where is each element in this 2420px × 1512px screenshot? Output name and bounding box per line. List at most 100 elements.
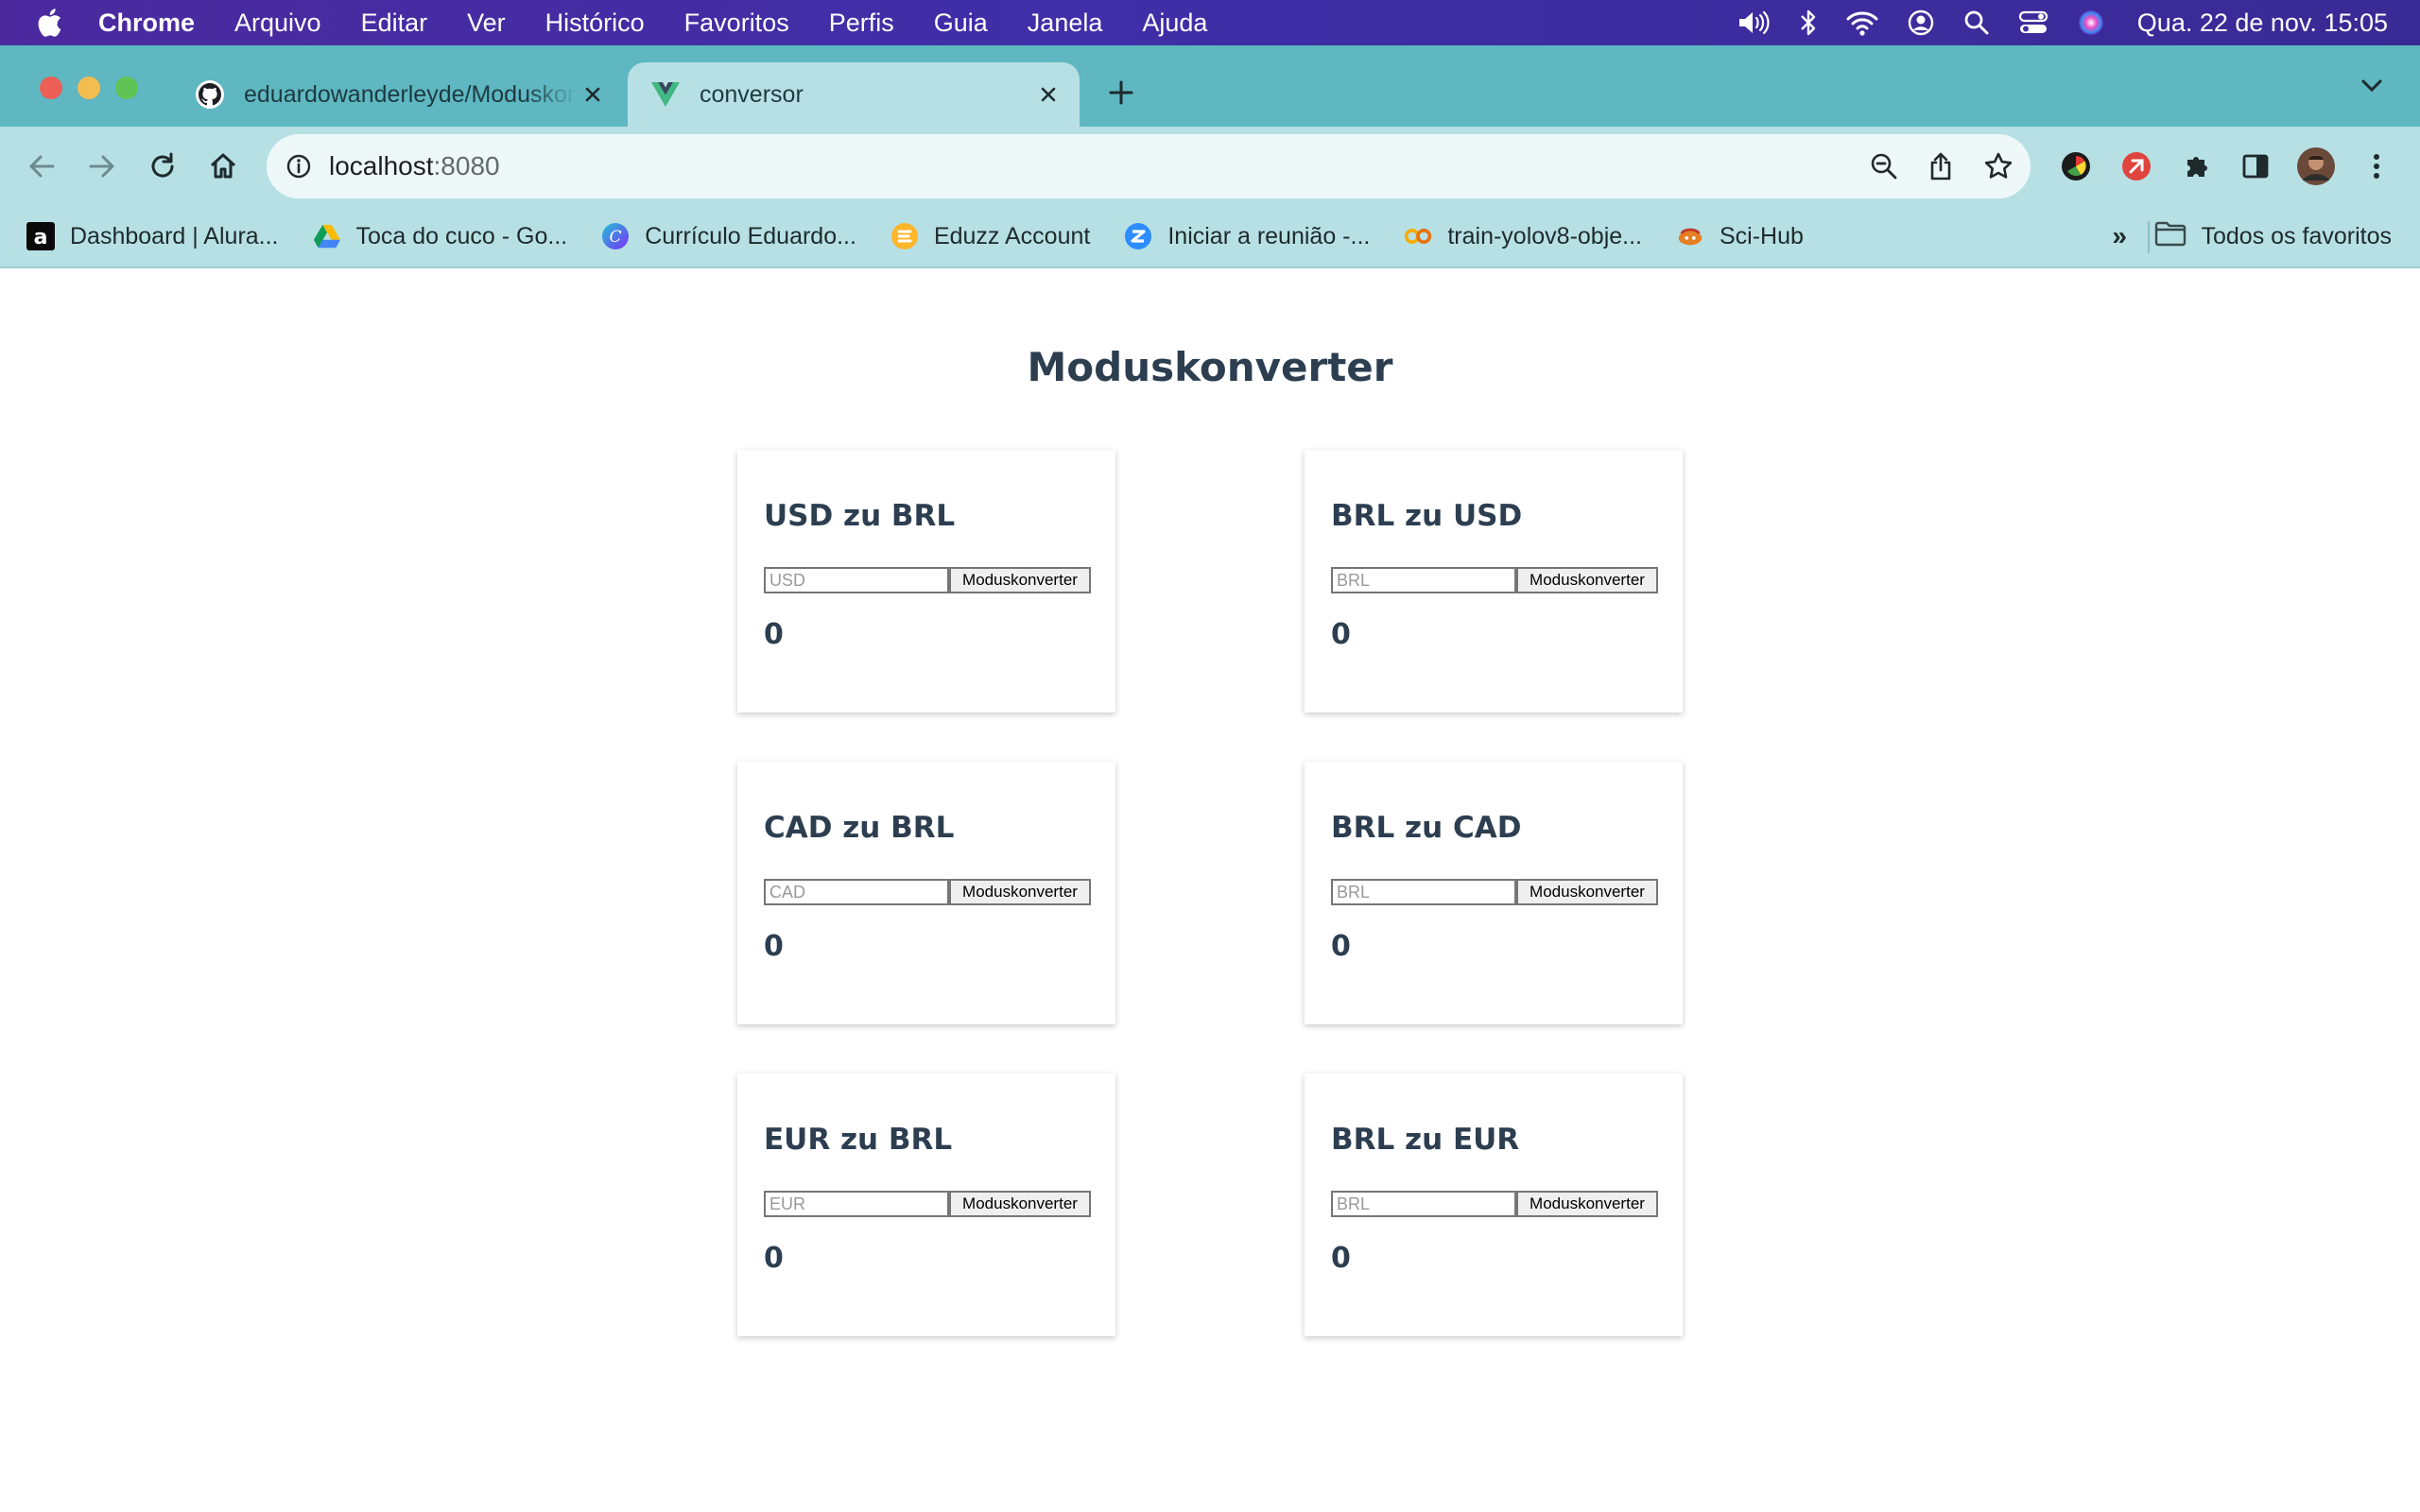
vue-icon xyxy=(650,81,681,108)
menu-editar[interactable]: Editar xyxy=(361,9,428,38)
card-title: BRL zu USD xyxy=(1331,499,1523,533)
bookmark-label: Iniciar a reunião -... xyxy=(1167,222,1371,249)
more-bookmarks-button[interactable]: » xyxy=(2112,221,2127,251)
conversion-result: 0 xyxy=(1331,1242,1351,1275)
bluetooth-icon[interactable] xyxy=(1799,9,1818,37)
bookmark-label: Eduzz Account xyxy=(933,222,1091,249)
tab-conversor[interactable]: conversor xyxy=(628,62,1080,127)
convert-button[interactable]: Moduskonverter xyxy=(1516,1191,1658,1217)
amount-input[interactable]: BRL xyxy=(1331,1191,1516,1217)
bookmark-star-icon[interactable] xyxy=(1983,151,2014,181)
window-zoom-button[interactable] xyxy=(115,77,138,99)
siri-icon[interactable] xyxy=(2077,9,2105,37)
menu-janela[interactable]: Janela xyxy=(1028,9,1103,38)
url-port: :8080 xyxy=(433,151,500,180)
extension-color-icon[interactable] xyxy=(2055,146,2097,187)
convert-button[interactable]: Moduskonverter xyxy=(949,1191,1091,1217)
share-icon[interactable] xyxy=(1927,151,1955,181)
conversion-result: 0 xyxy=(1331,618,1351,651)
bookmark-label: Sci-Hub xyxy=(1720,222,1804,249)
extensions-puzzle-icon[interactable] xyxy=(2176,146,2218,187)
convert-button[interactable]: Moduskonverter xyxy=(1516,879,1658,905)
tab-search-chevron-icon[interactable] xyxy=(2361,79,2382,97)
new-tab-button[interactable] xyxy=(1102,74,1140,112)
home-button[interactable] xyxy=(204,147,242,185)
forward-button[interactable] xyxy=(83,147,121,185)
volume-icon[interactable] xyxy=(1737,9,1771,36)
conversion-result: 0 xyxy=(764,1242,784,1275)
convert-button[interactable]: Moduskonverter xyxy=(949,567,1091,593)
converter-card-eur-brl: EUR zu BRL EUR Moduskonverter 0 xyxy=(737,1074,1115,1336)
zoom-out-icon[interactable] xyxy=(1870,152,1898,180)
bookmark-label: Toca do cuco - Go... xyxy=(355,222,568,249)
macos-menu-bar: Chrome Arquivo Editar Ver Histórico Favo… xyxy=(0,0,2420,45)
menu-ver[interactable]: Ver xyxy=(467,9,506,38)
all-bookmarks-folder[interactable]: Todos os favoritos xyxy=(2154,220,2392,253)
converter-card-brl-usd: BRL zu USD BRL Moduskonverter 0 xyxy=(1305,450,1683,713)
menu-arquivo[interactable]: Arquivo xyxy=(234,9,321,38)
amount-input[interactable]: USD xyxy=(764,567,949,593)
bookmarks-divider xyxy=(2148,221,2150,253)
back-button[interactable] xyxy=(23,147,60,185)
eduzz-icon xyxy=(890,222,919,250)
convert-button[interactable]: Moduskonverter xyxy=(949,879,1091,905)
amount-input[interactable]: BRL xyxy=(1331,879,1516,905)
folder-icon xyxy=(2154,220,2187,253)
canva-icon: C xyxy=(601,222,630,250)
svg-text:a: a xyxy=(34,226,48,249)
bookmark-colab[interactable]: train-yolov8-obje... xyxy=(1404,222,1642,250)
apple-icon[interactable] xyxy=(36,7,64,39)
menu-perfis[interactable]: Perfis xyxy=(829,9,894,38)
window-close-button[interactable] xyxy=(40,77,62,99)
alura-icon: a xyxy=(26,222,55,250)
bookmark-scihub[interactable]: Sci-Hub xyxy=(1676,222,1804,250)
profile-avatar[interactable] xyxy=(2295,146,2337,187)
wifi-icon[interactable] xyxy=(1846,9,1878,36)
amount-input[interactable]: CAD xyxy=(764,879,949,905)
control-center-icon[interactable] xyxy=(2018,9,2048,36)
bookmark-label: train-yolov8-obje... xyxy=(1447,222,1642,249)
menu-ajuda[interactable]: Ajuda xyxy=(1142,9,1207,38)
convert-button[interactable]: Moduskonverter xyxy=(1516,567,1658,593)
amount-input[interactable]: BRL xyxy=(1331,567,1516,593)
url-host: localhost xyxy=(329,151,434,180)
address-bar[interactable]: localhost:8080 xyxy=(267,134,2031,198)
address-bar-actions xyxy=(1841,151,2014,181)
reload-button[interactable] xyxy=(144,147,182,185)
bookmark-label: Currículo Eduardo... xyxy=(645,222,856,249)
browser-tab-strip: eduardowanderleyde/Moduskonverter conver… xyxy=(0,45,2420,127)
bookmark-drive[interactable]: Toca do cuco - Go... xyxy=(313,222,568,250)
card-title: USD zu BRL xyxy=(764,499,956,533)
card-title: BRL zu EUR xyxy=(1331,1123,1520,1157)
bookmark-eduzz[interactable]: Eduzz Account xyxy=(890,222,1090,250)
chrome-menu-icon[interactable] xyxy=(2356,146,2397,187)
menu-app-name[interactable]: Chrome xyxy=(98,9,195,38)
menu-historico[interactable]: Histórico xyxy=(545,9,645,38)
close-tab-icon[interactable] xyxy=(1032,86,1064,103)
bookmark-canva[interactable]: C Currículo Eduardo... xyxy=(601,222,856,250)
amount-input[interactable]: EUR xyxy=(764,1191,949,1217)
tab-github[interactable]: eduardowanderleyde/Moduskonverter xyxy=(185,62,624,127)
address-url[interactable]: localhost:8080 xyxy=(329,151,500,181)
side-panel-icon[interactable] xyxy=(2235,146,2276,187)
card-title: BRL zu CAD xyxy=(1331,811,1522,845)
menu-favoritos[interactable]: Favoritos xyxy=(684,9,789,38)
drive-icon xyxy=(313,222,341,250)
zoom-icon xyxy=(1124,222,1152,250)
close-tab-icon[interactable] xyxy=(577,86,609,103)
tab-title: eduardowanderleyde/Moduskonverter xyxy=(244,80,577,108)
window-minimize-button[interactable] xyxy=(78,77,100,99)
user-account-icon[interactable] xyxy=(1907,9,1935,37)
bookmark-label: Dashboard | Alura... xyxy=(70,222,279,249)
extension-red-icon[interactable] xyxy=(2116,146,2157,187)
site-info-icon[interactable] xyxy=(285,153,312,180)
conversion-result: 0 xyxy=(764,930,784,963)
menu-bar-clock[interactable]: Qua. 22 de nov. 15:05 xyxy=(2137,9,2388,38)
spotlight-search-icon[interactable] xyxy=(1963,9,1990,36)
converter-card-usd-brl: USD zu BRL USD Moduskonverter 0 xyxy=(737,450,1115,713)
bookmark-zoom[interactable]: Iniciar a reunião -... xyxy=(1124,222,1370,250)
browser-toolbar: localhost:8080 xyxy=(0,127,2420,206)
card-title: CAD zu BRL xyxy=(764,811,955,845)
menu-guia[interactable]: Guia xyxy=(934,9,988,38)
bookmark-alura[interactable]: a Dashboard | Alura... xyxy=(26,222,279,250)
